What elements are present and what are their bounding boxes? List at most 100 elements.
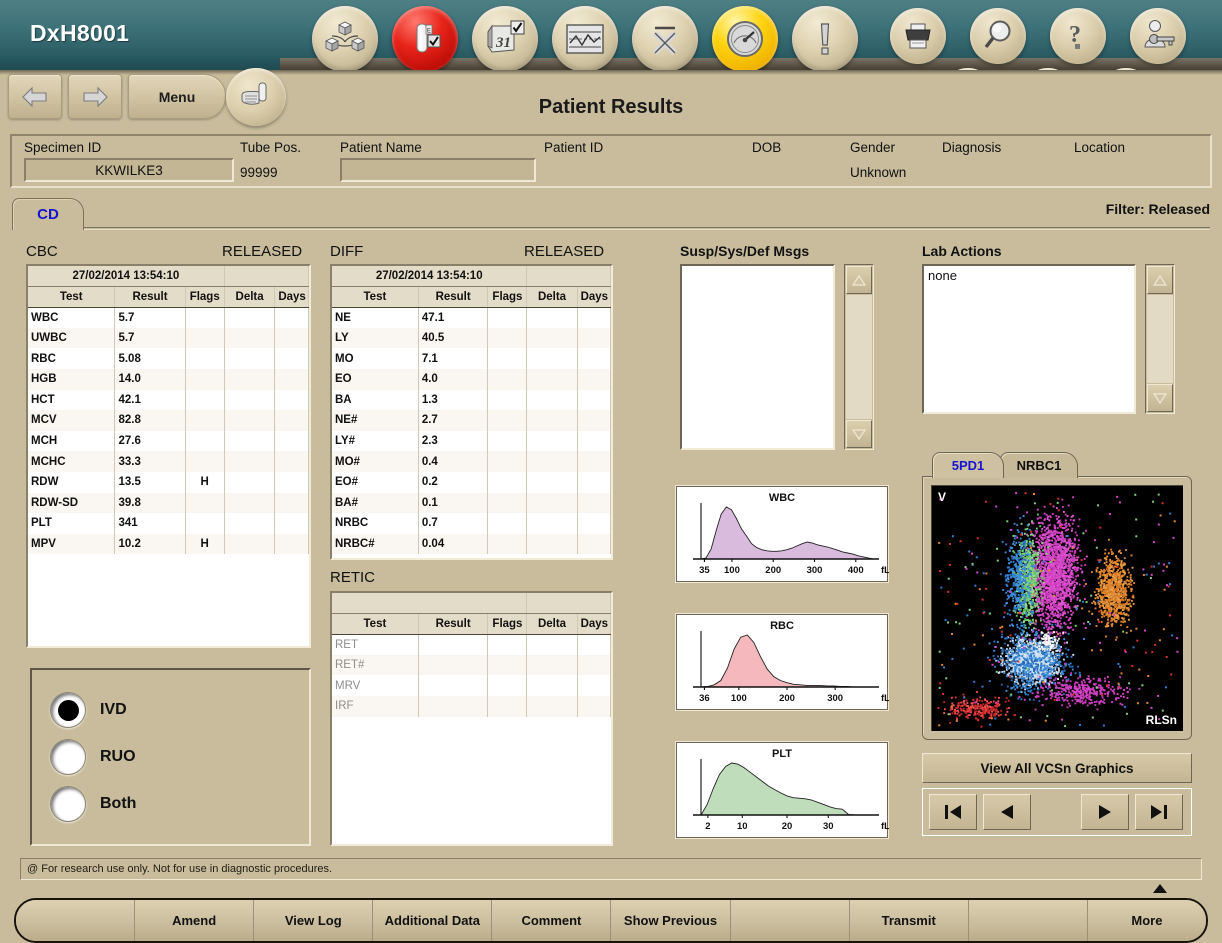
table-row[interactable]: UWBC 5.7 [28,327,309,349]
table-row[interactable]: LY# 2.3 [332,430,612,452]
table-row[interactable]: RDW 13.5 H [28,471,309,493]
tab-5pd1[interactable]: 5PD1 [932,452,1004,478]
table-row[interactable]: BA# 0.1 [332,492,612,514]
cell-days [274,410,309,431]
radio-option-ivd[interactable]: IVD [50,692,127,728]
col-days: Days [577,286,612,308]
bottom-button-amend[interactable]: Amend [135,900,255,941]
label-patient-name: Patient Name [340,140,422,155]
susp-msgs-title: Susp/Sys/Def Msgs [680,243,810,259]
view-all-vcsn-graphics-button[interactable]: View All VCSn Graphics [922,753,1192,783]
bottom-button-transmit[interactable]: Transmit [849,900,969,941]
cell-days [274,389,309,411]
bottom-button-more[interactable]: More [1087,900,1206,941]
cell-result [418,675,489,696]
cell-days [274,533,309,555]
tab-nrbc1[interactable]: NRBC1 [1000,452,1078,478]
lab-scroll-track[interactable] [1147,295,1173,383]
table-row[interactable]: WBC 5.7 [28,307,309,328]
exclamation-alert-icon[interactable] [792,6,858,72]
lab-scroll-up-button[interactable] [1147,266,1173,294]
susp-msgs-scrollbar[interactable] [844,264,874,450]
table-row[interactable]: MO 7.1 [332,348,612,369]
cell-days [577,389,612,411]
triangle-up-icon [851,274,867,286]
last-button[interactable] [1135,794,1183,830]
table-row[interactable]: NE 47.1 [332,307,612,328]
bottom-button-comment[interactable]: Comment [492,900,612,941]
table-row[interactable]: MO# 0.4 [332,451,612,472]
col-days: Days [274,286,309,308]
cell-days [577,327,612,349]
cell-flags [185,348,225,369]
table-row[interactable]: LY 40.5 [332,327,612,349]
next-button[interactable] [1081,794,1129,830]
cell-delta [526,654,578,676]
cell-test: RET# [332,654,419,676]
lab-actions-box[interactable]: none [922,264,1136,414]
susp-scroll-track[interactable] [846,295,872,419]
lab-scroll-down-button[interactable] [1147,384,1173,412]
radio-option-ruo[interactable]: RUO [50,739,136,775]
retic-table: Test Result Flags Delta Days RET RET# MRV I… [332,593,612,717]
susp-msgs-box[interactable] [680,264,835,450]
table-row[interactable]: EO 4.0 [332,368,612,390]
table-row[interactable]: MRV [332,675,612,696]
triangle-down-icon [1152,392,1168,404]
magnifier-icon[interactable] [970,8,1026,64]
table-row[interactable]: EO# 0.2 [332,471,612,493]
table-row[interactable]: RBC 5.08 [28,348,309,369]
susp-scroll-up-button[interactable] [846,266,872,294]
more-up-arrow-icon[interactable] [1153,884,1167,893]
bottom-button-additional-data[interactable]: Additional Data [373,900,493,941]
table-row[interactable]: HGB 14.0 [28,368,309,390]
table-row[interactable]: MCHC 33.3 [28,451,309,472]
table-row[interactable]: BA 1.3 [332,389,612,411]
calendar-31-check-icon[interactable]: 31 [472,6,538,72]
red-tube-check-icon[interactable]: E [392,6,458,72]
printer-icon[interactable] [890,8,946,64]
table-row[interactable]: RET# [332,654,612,676]
table-row[interactable]: IRF [332,695,612,717]
cell-days [577,430,612,452]
cell-flags [487,348,528,369]
cell-days [274,348,309,369]
table-row[interactable]: NE# 2.7 [332,410,612,431]
table-row[interactable]: MCV 82.8 [28,410,309,431]
table-row[interactable]: NRBC# 0.04 [332,533,612,555]
table-row[interactable]: MCH 27.6 [28,430,309,452]
user-key-login-icon[interactable] [1130,8,1186,64]
specimen-id-field[interactable]: KKWILKE3 [24,158,234,182]
cell-result [418,654,489,676]
table-row[interactable]: PLT 341 [28,513,309,534]
table-row[interactable]: HCT 42.1 [28,389,309,411]
previous-button[interactable] [983,794,1031,830]
tab-cd[interactable]: CD [12,198,84,230]
radio-option-both[interactable]: Both [50,786,136,822]
xbar-mean-icon[interactable] [632,6,698,72]
cell-flags [487,368,528,390]
lab-actions-scrollbar[interactable] [1145,264,1175,414]
susp-scroll-down-button[interactable] [846,420,872,448]
cell-test: PLT [28,513,116,534]
patient-name-field[interactable] [340,158,536,182]
bottom-button-view-log[interactable]: View Log [254,900,374,941]
cell-days [274,368,309,390]
cell-test: HCT [28,389,116,411]
question-help-icon[interactable]: ? [1050,8,1106,64]
scatterplot-5pd1[interactable]: V RLSn [931,485,1183,731]
cell-delta [224,348,276,369]
first-button[interactable] [929,794,977,830]
cell-days [577,533,612,555]
gauge-meter-icon[interactable] [712,6,778,72]
table-row[interactable]: MPV 10.2 H [28,533,309,555]
table-row[interactable]: RDW-SD 39.8 [28,492,309,514]
cell-test: BA# [332,492,419,514]
table-row[interactable]: NRBC 0.7 [332,513,612,534]
skip-forward-icon [1151,805,1167,819]
table-row[interactable]: RET [332,634,612,655]
bottom-button-show-previous[interactable]: Show Previous [611,900,731,941]
levey-jennings-chart-icon[interactable] [552,6,618,72]
cubes-network-icon[interactable] [312,6,378,72]
cell-test: MRV [332,675,419,696]
